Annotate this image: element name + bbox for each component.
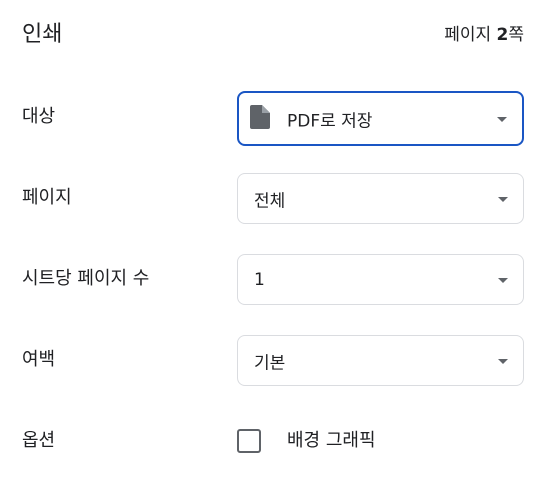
dialog-title: 인쇄 [22, 22, 63, 47]
margins-select[interactable]: 기본 [237, 335, 524, 386]
chevron-down-icon [498, 358, 508, 364]
page-count: 페이지 2쪽 [444, 22, 524, 48]
pages-per-sheet-value: 1 [254, 269, 265, 290]
background-graphics-label[interactable]: 배경 그래픽 [287, 428, 376, 454]
chevron-down-icon [498, 196, 508, 202]
pages-select[interactable]: 전체 [237, 173, 524, 224]
pages-value: 전체 [254, 191, 286, 211]
options-label: 옵션 [22, 430, 56, 451]
pages-per-sheet-label: 시트당 페이지 수 [22, 268, 150, 289]
page-count-suffix: 쪽 [508, 25, 524, 45]
background-graphics-checkbox[interactable] [237, 429, 261, 453]
document-icon [250, 105, 270, 129]
margins-value: 기본 [254, 353, 286, 373]
destination-select[interactable]: PDF로 저장 [237, 91, 524, 146]
page-count-number: 2 [496, 25, 509, 45]
destination-value: PDF로 저장 [287, 111, 373, 131]
margins-label: 여백 [22, 349, 56, 370]
pages-label: 페이지 [22, 187, 72, 208]
destination-label: 대상 [22, 106, 56, 127]
chevron-down-icon [497, 116, 507, 122]
pages-per-sheet-select[interactable]: 1 [237, 254, 524, 305]
print-dialog: 인쇄 페이지 2쪽 대상 PDF로 저장 페이지 전체 시트당 페이지 수 1 … [0, 0, 552, 502]
page-count-prefix: 페이지 [444, 25, 497, 45]
chevron-down-icon [498, 277, 508, 283]
